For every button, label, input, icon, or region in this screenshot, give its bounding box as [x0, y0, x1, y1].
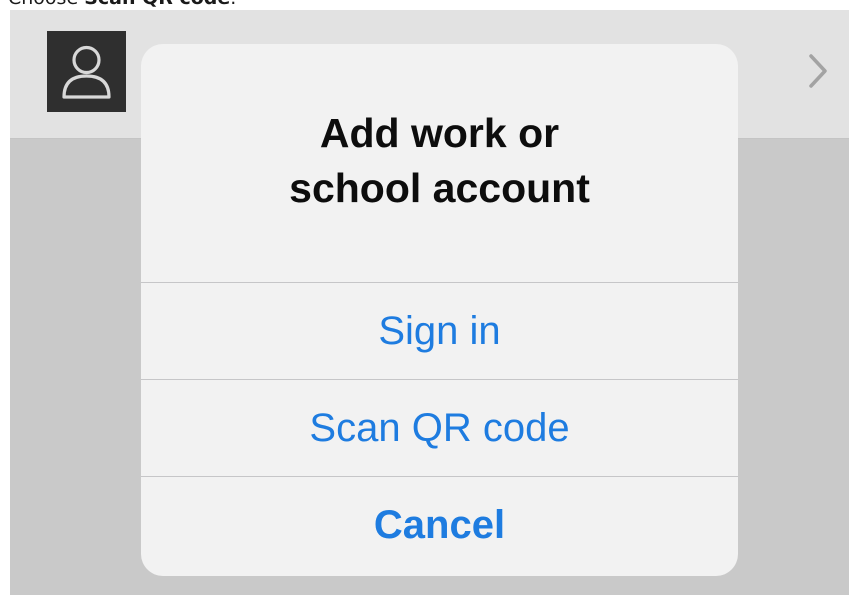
dialog-title-line-2: school account [289, 165, 590, 211]
sign-in-button[interactable]: Sign in [141, 283, 738, 379]
add-account-dialog: Add work or school account Sign in Scan … [141, 44, 738, 576]
instruction-emphasis: Scan QR code [84, 0, 230, 9]
phone-screen: Add work or school account Sign in Scan … [10, 10, 849, 595]
cancel-button[interactable]: Cancel [141, 477, 738, 573]
chevron-right-icon [809, 54, 827, 88]
avatar [47, 31, 126, 112]
instruction-suffix: . [230, 0, 236, 9]
instruction-text: Choose Scan QR code. [8, 0, 236, 9]
instruction-prefix: Choose [8, 0, 84, 9]
dialog-title: Add work or school account [141, 106, 738, 216]
person-icon [62, 45, 111, 99]
dialog-title-line-1: Add work or [319, 110, 560, 156]
scan-qr-code-button[interactable]: Scan QR code [141, 380, 738, 476]
